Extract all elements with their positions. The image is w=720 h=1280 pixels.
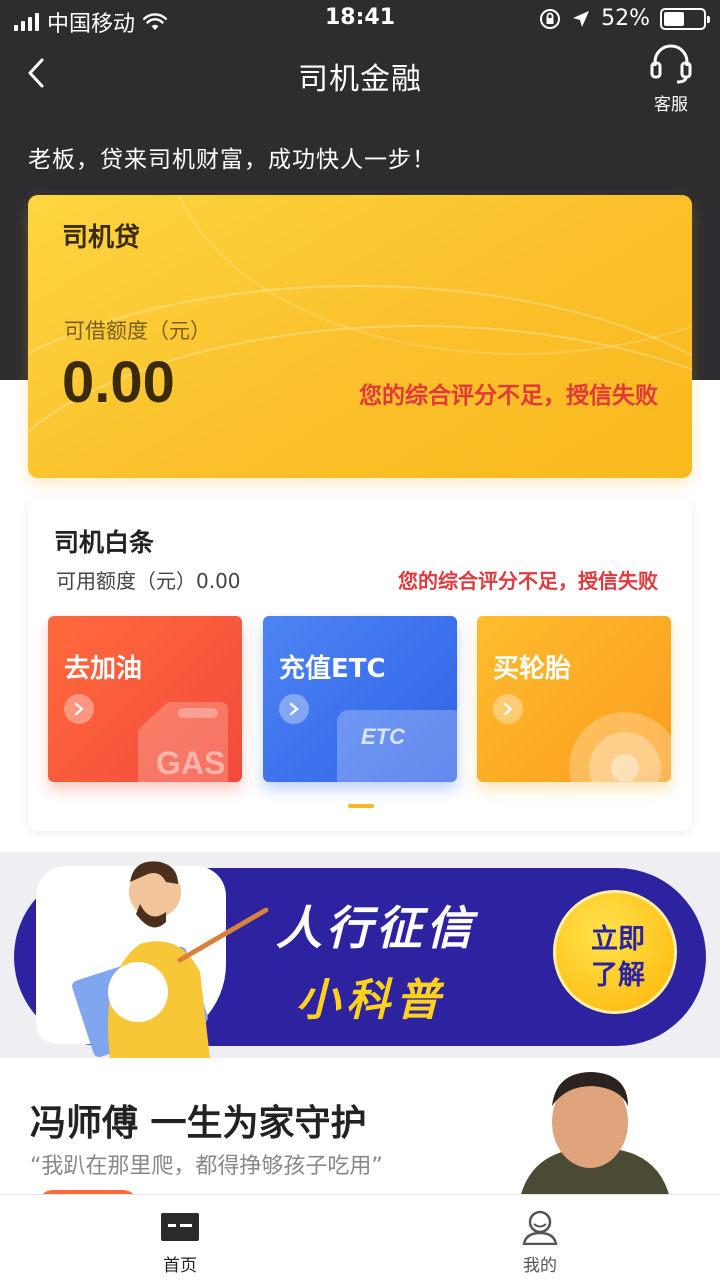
- tab-mine-label: 我的: [523, 1256, 557, 1276]
- loan-amount: 0.00: [62, 350, 175, 415]
- credit-education-banner[interactable]: 人行征信 小科普 立即 了解: [0, 852, 720, 1058]
- battery-percent: 52%: [601, 6, 650, 31]
- driver-credit-card: 司机白条 可用额度（元）0.00 您的综合评分不足，授信失败 去加油 GAS 充…: [28, 499, 692, 831]
- status-right: 52%: [539, 6, 710, 31]
- headset-icon: [650, 44, 692, 84]
- learn-more-button[interactable]: 立即 了解: [553, 890, 677, 1014]
- gas-can-label: GAS: [156, 745, 225, 781]
- gas-can-icon: GAS: [138, 702, 228, 782]
- arrow-right-icon: [493, 694, 523, 724]
- bottom-tab-bar: 首页 我的: [0, 1194, 720, 1280]
- wallet-icon: [161, 1213, 199, 1241]
- customer-service-button[interactable]: 客服: [648, 42, 694, 115]
- credit-card-title: 司机白条: [54, 528, 155, 557]
- tire-icon: [569, 712, 671, 782]
- learn-more-line1: 立即: [591, 924, 645, 955]
- learn-more-line2: 了解: [591, 960, 645, 991]
- page-title: 司机金融: [298, 62, 422, 97]
- credit-status-message: 您的综合评分不足，授信失败: [398, 569, 658, 593]
- loan-status-message: 您的综合评分不足，授信失败: [359, 383, 658, 409]
- etc-card-icon: ETC: [337, 710, 457, 782]
- tab-mine[interactable]: 我的: [360, 1195, 720, 1280]
- buy-tires-label: 买轮胎: [493, 654, 572, 684]
- teacher-illustration: [72, 861, 269, 1058]
- refuel-label: 去加油: [64, 654, 143, 684]
- orientation-lock-icon: [540, 8, 561, 29]
- driver-portrait: [520, 1072, 670, 1198]
- nav-bar: 司机金融 客服: [0, 40, 720, 115]
- etc-card-label: ETC: [361, 724, 406, 749]
- story-title: 冯师傅 一生为家守护: [30, 1103, 367, 1144]
- story-quote: “我趴在那里爬，都得挣够孩子吃用”: [30, 1154, 383, 1179]
- battery-icon: [660, 7, 710, 30]
- credit-limit-text: 可用额度（元）0.00: [56, 569, 241, 593]
- etc-recharge-tile[interactable]: 充值ETC ETC: [263, 616, 457, 782]
- buy-tires-tile[interactable]: 买轮胎: [477, 616, 671, 782]
- slogan: 老板，贷来司机财富，成功快人一步！: [28, 147, 436, 173]
- loan-limit-label: 可借额度（元）: [64, 319, 211, 343]
- driver-story-card[interactable]: 冯师傅 一生为家守护 “我趴在那里爬，都得挣够孩子吃用”: [0, 1058, 720, 1198]
- refuel-tile[interactable]: 去加油 GAS: [48, 616, 242, 782]
- tab-home-label: 首页: [163, 1256, 197, 1276]
- arrow-right-icon: [279, 694, 309, 724]
- status-bar: 中国移动 18:41 52%: [0, 0, 720, 40]
- banner-subtitle: 小科普: [296, 975, 446, 1026]
- location-arrow-icon: [573, 10, 590, 27]
- carousel-indicator: [348, 804, 374, 808]
- banner-title: 人行征信: [276, 901, 476, 955]
- user-icon: [522, 1210, 558, 1245]
- etc-recharge-label: 充值ETC: [279, 654, 386, 684]
- tab-home[interactable]: 首页: [0, 1195, 360, 1280]
- loan-card-title: 司机贷: [62, 223, 141, 253]
- arrow-right-icon: [64, 694, 94, 724]
- customer-service-label: 客服: [654, 95, 688, 115]
- driver-loan-card[interactable]: 司机贷 可借额度（元） 0.00 您的综合评分不足，授信失败: [28, 195, 692, 478]
